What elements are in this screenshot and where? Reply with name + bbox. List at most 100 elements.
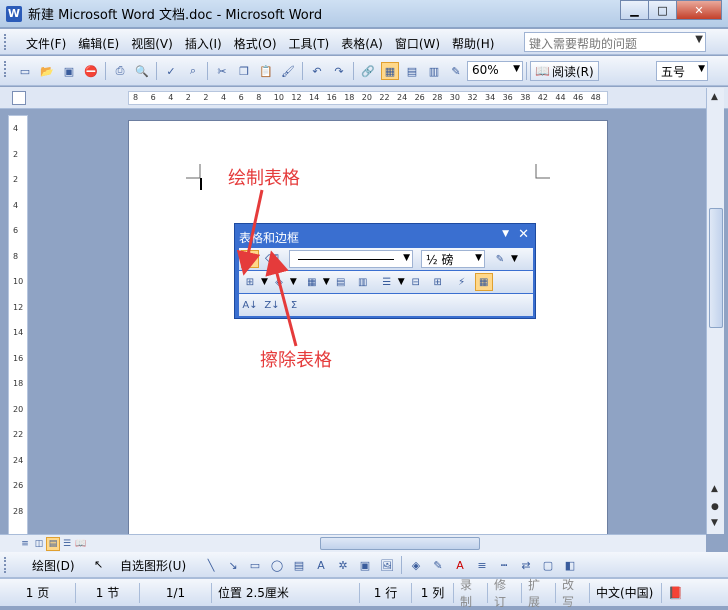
show-gridlines-icon[interactable]: ▦ [474,273,493,291]
merge-cells-icon[interactable]: ▤ [332,273,350,291]
normal-view-icon[interactable]: ≡ [18,537,32,551]
palette-options-icon[interactable]: ▼ [502,229,509,239]
redo-icon[interactable]: ↷ [330,62,348,80]
help-search-input[interactable]: 键入需要帮助的问题 ▼ [524,32,706,52]
tables-borders-icon[interactable]: ▦ [381,62,399,80]
scroll-up-icon[interactable]: ▲ [711,484,718,494]
clipart-icon[interactable]: ▣ [356,556,374,574]
table-autoformat-icon[interactable]: ⚡ [453,273,471,291]
menu-help[interactable]: 帮助(H) [446,33,500,54]
spelling-status-icon[interactable]: 📕 [662,583,692,603]
shading-color-icon[interactable]: ◈ [270,273,288,291]
status-ovr[interactable]: 改写 [556,578,590,609]
picture-icon[interactable]: 🖼 [378,556,396,574]
permission-icon[interactable]: ⛔ [82,62,100,80]
toolbar-grip-handle[interactable] [4,61,8,77]
3d-icon[interactable]: ◧ [561,556,579,574]
arrow-icon[interactable]: ↘ [224,556,242,574]
word-app-icon[interactable]: W [6,5,22,22]
distribute-rows-icon[interactable]: ⊟ [407,273,425,291]
menu-window[interactable]: 窗口(W) [389,33,446,54]
vertical-scroll-thumb[interactable] [709,208,723,328]
hyperlink-icon[interactable]: 🔗 [359,62,377,80]
line-weight-select[interactable]: ½ 磅 ▼ [421,250,485,268]
research-icon[interactable]: ⌕ [184,62,202,80]
scroll-down-icon[interactable]: ▼ [711,518,718,528]
horizontal-ruler[interactable]: 8 6 4 2 2 4 6 8 10 12 14 16 18 20 22 24 26 28 30 32 34 36 38 42… [0,87,728,109]
open-folder-icon[interactable]: 📂 [38,62,56,80]
line-icon[interactable]: ╲ [202,556,220,574]
insert-table-icon[interactable]: ▤ [403,62,421,80]
spelling-icon[interactable]: ✓ [162,62,180,80]
menu-view[interactable]: 视图(V) [125,33,179,54]
paste-icon[interactable]: 📋 [257,62,275,80]
menu-format[interactable]: 格式(O) [228,33,283,54]
drawing-icon[interactable]: ✎ [447,62,465,80]
print-icon[interactable]: ⎙ [111,62,129,80]
chevron-down-icon[interactable]: ▼ [323,277,330,287]
chevron-down-icon[interactable]: ▼ [290,277,297,287]
draw-table-icon[interactable]: ✏ [241,250,259,268]
select-objects-icon[interactable]: ↖ [94,558,103,571]
outline-view-icon[interactable]: ☰ [60,537,74,551]
line-color-icon[interactable]: ✎ [429,556,447,574]
read-button[interactable]: 📖 阅读(R) [530,61,599,81]
chevron-down-icon[interactable]: ▼ [398,277,405,287]
menu-table[interactable]: 表格(A) [335,33,389,54]
maximize-button[interactable]: □ [648,0,676,20]
menu-insert[interactable]: 插入(I) [179,33,228,54]
insert-table-icon[interactable]: ▦ [303,273,321,291]
format-painter-icon[interactable]: 🖌 [279,62,297,80]
new-document-icon[interactable]: ▭ [16,62,34,80]
horizontal-scrollbar[interactable]: ≡ ◫ ▤ ☰ 📖 [0,534,706,552]
copy-icon[interactable]: ❐ [235,62,253,80]
line-style-icon[interactable]: ≡ [473,556,491,574]
web-view-icon[interactable]: ◫ [32,537,46,551]
menu-edit[interactable]: 编辑(E) [72,33,125,54]
status-ext[interactable]: 扩展 [522,578,556,609]
chevron-down-icon[interactable]: ▼ [261,277,268,287]
outside-border-icon[interactable]: ⊞ [241,273,259,291]
menu-grip-handle[interactable] [4,34,8,50]
tab-selector[interactable] [12,91,26,105]
close-button[interactable]: ✕ [676,0,722,20]
rectangle-icon[interactable]: ▭ [246,556,264,574]
chevron-down-icon[interactable]: ▼ [695,34,703,45]
arrow-style-icon[interactable]: ⇄ [517,556,535,574]
status-rec[interactable]: 录制 [454,578,488,609]
scroll-up-icon[interactable]: ▲ [711,92,718,102]
menu-tools[interactable]: 工具(T) [283,33,336,54]
vertical-ruler[interactable]: 4 2 2 4 6 8 10 12 14 16 18 20 22 24 26 28 [8,115,28,535]
palette-close-icon[interactable]: ✕ [518,227,529,242]
reading-view-icon[interactable]: 📖 [74,537,88,551]
sort-ascending-icon[interactable]: A↓ [241,296,259,314]
ruler-strip[interactable]: 8 6 4 2 2 4 6 8 10 12 14 16 18 20 22 24 26 28 30 32 34 36 38 42… [128,91,608,105]
undo-icon[interactable]: ↶ [308,62,326,80]
autosum-icon[interactable]: Σ [285,296,303,314]
font-size-select[interactable]: 五号 ▼ [656,61,708,81]
chevron-down-icon[interactable]: ▼ [511,254,518,264]
print-preview-icon[interactable]: 🔍 [133,62,151,80]
minimize-button[interactable]: ▁ [620,0,648,20]
columns-icon[interactable]: ▥ [425,62,443,80]
status-trk[interactable]: 修订 [488,578,522,609]
select-browse-object-icon[interactable]: ● [711,502,719,512]
split-cells-icon[interactable]: ▥ [354,273,372,291]
wordart-icon[interactable]: A [312,556,330,574]
shadow-icon[interactable]: ▢ [539,556,557,574]
font-color-icon[interactable]: A [451,556,469,574]
menu-file[interactable]: 文件(F) [20,33,72,54]
autoshapes-button[interactable]: 自选图形(U) [120,557,186,574]
drawbar-grip-handle[interactable] [4,557,8,573]
zoom-select[interactable]: 60% ▼ [467,61,523,81]
oval-icon[interactable]: ◯ [268,556,286,574]
cut-icon[interactable]: ✂ [213,62,231,80]
draw-menu-button[interactable]: 绘图(D) [32,557,75,574]
fill-color-icon[interactable]: ◈ [407,556,425,574]
line-style-select[interactable]: ▼ [289,250,413,268]
horizontal-scroll-thumb[interactable] [320,537,480,550]
vertical-scrollbar[interactable]: ▲ ▲ ● ▼ [706,88,724,534]
dash-style-icon[interactable]: ┅ [495,556,513,574]
border-color-icon[interactable]: ✎ [491,250,509,268]
sort-descending-icon[interactable]: Z↓ [263,296,281,314]
